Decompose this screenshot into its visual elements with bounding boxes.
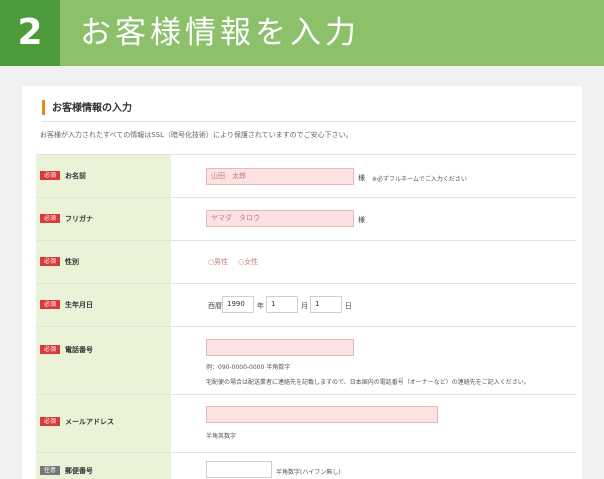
required-badge: 必須 xyxy=(40,214,60,223)
name-label: お名前 xyxy=(65,172,86,180)
label-cell: 必須 電話番号 xyxy=(36,327,171,394)
required-badge: 必須 xyxy=(40,417,60,426)
phone-input[interactable] xyxy=(206,339,354,356)
required-badge: 必須 xyxy=(40,257,60,266)
postal-input[interactable] xyxy=(206,461,272,478)
phone-note: 宅配便の場合は配送業者に連絡先を記載しますので、日本国内の電話番号（オーナーなど… xyxy=(206,379,530,386)
birthday-prefix: 西暦 xyxy=(208,302,222,310)
row-phone: 必須 電話番号 例：090-0000-0000 半角数字 宅配便の場合は配送業者… xyxy=(36,327,576,395)
name-hint: ※必ずフルネームでご入力ください xyxy=(372,176,467,183)
postal-label: 郵便番号 xyxy=(65,467,93,475)
section-header: お客様情報の入力 xyxy=(42,94,576,122)
step-title: お客様情報を入力 xyxy=(80,15,360,51)
label-cell: 必須 フリガナ xyxy=(36,198,171,240)
birth-day-input[interactable]: 1 xyxy=(310,296,342,313)
label-cell: 必須 お名前 xyxy=(36,155,171,197)
ssl-note: お客様が入力されたすべての情報はSSL（暗号化技術）により保護されていますのでご… xyxy=(40,131,353,139)
postal-hint: 半角数字(ハイフン無し) xyxy=(276,469,341,476)
row-kana: 必須 フリガナ ヤマダ タロウ 様 xyxy=(36,198,576,241)
row-gender: 必須 性別 ○男性 ○女性 xyxy=(36,241,576,284)
gender-label: 性別 xyxy=(65,258,79,266)
kana-input[interactable]: ヤマダ タロウ xyxy=(206,210,354,227)
row-birthday: 必須 生年月日 西暦 1990 年 1 月 1 日 xyxy=(36,284,576,327)
label-cell: 必須 メールアドレス xyxy=(36,395,171,452)
section-accent-bar xyxy=(42,100,45,115)
customer-form: 必須 お名前 山田 太郎 様 ※必ずフルネームでご入力ください 必須 フリガナ … xyxy=(36,154,576,479)
form-panel: お客様情報の入力 お客様が入力されたすべての情報はSSL（暗号化技術）により保護… xyxy=(22,86,582,479)
month-unit: 月 xyxy=(301,302,308,310)
email-input[interactable] xyxy=(206,406,438,423)
required-badge: 必須 xyxy=(40,171,60,180)
gender-female-radio[interactable]: ○女性 xyxy=(238,257,258,267)
label-cell: 必須 生年月日 xyxy=(36,284,171,326)
phone-label: 電話番号 xyxy=(65,346,93,354)
birth-month-input[interactable]: 1 xyxy=(266,296,298,313)
name-suffix: 様 xyxy=(358,174,365,182)
form-screenshot: お客様情報の入力 お客様が入力されたすべての情報はSSL（暗号化技術）により保護… xyxy=(0,66,604,479)
required-badge: 必須 xyxy=(40,345,60,354)
kana-suffix: 様 xyxy=(358,216,365,224)
kana-label: フリガナ xyxy=(65,215,93,223)
birth-year-input[interactable]: 1990 xyxy=(222,296,254,313)
email-label: メールアドレス xyxy=(65,418,114,426)
section-title: お客様情報の入力 xyxy=(52,103,132,114)
row-name: 必須 お名前 山田 太郎 様 ※必ずフルネームでご入力ください xyxy=(36,155,576,198)
year-unit: 年 xyxy=(257,302,264,310)
label-cell: 必須 性別 xyxy=(36,241,171,283)
step-number: 2 xyxy=(0,0,60,66)
gender-male-radio[interactable]: ○男性 xyxy=(208,257,228,267)
email-hint: 半角英数字 xyxy=(206,433,237,440)
day-unit: 日 xyxy=(345,302,352,310)
row-email: 必須 メールアドレス 半角英数字 xyxy=(36,395,576,453)
optional-badge: 任意 xyxy=(40,466,60,475)
row-postal: 任意 郵便番号 半角数字(ハイフン無し) xyxy=(36,453,576,479)
name-input[interactable]: 山田 太郎 xyxy=(206,168,354,185)
step-banner: 2 お客様情報を入力 xyxy=(0,0,604,66)
label-cell: 任意 郵便番号 xyxy=(36,453,171,479)
phone-example: 例：090-0000-0000 半角数字 xyxy=(206,364,291,371)
birthday-label: 生年月日 xyxy=(65,301,93,309)
required-badge: 必須 xyxy=(40,300,60,309)
